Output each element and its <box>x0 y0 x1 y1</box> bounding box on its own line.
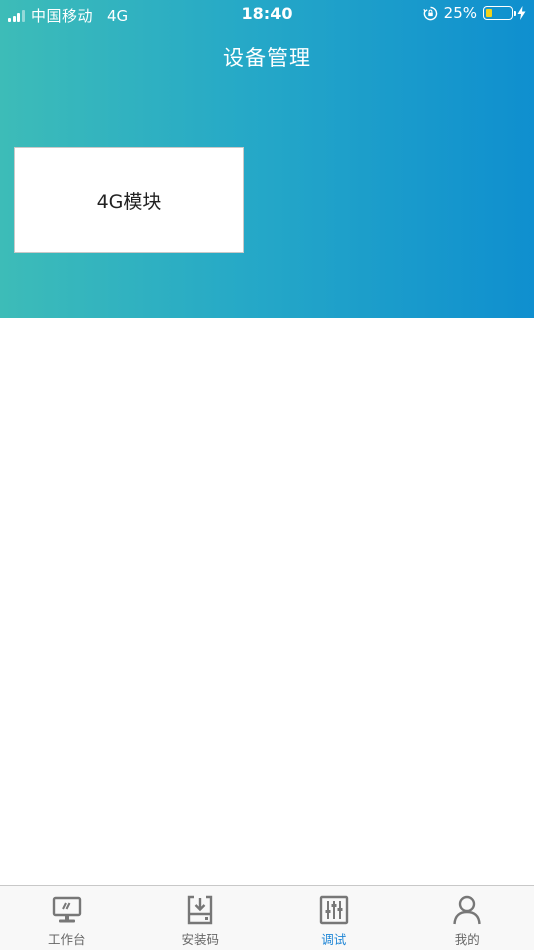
battery-percent: 25% <box>443 4 477 22</box>
carrier-name: 中国移动 <box>31 7 94 25</box>
battery-icon <box>483 6 516 20</box>
rotation-lock-icon <box>422 6 437 20</box>
tab-workbench[interactable]: 工作台 <box>0 886 134 950</box>
tab-label-debug: 调试 <box>321 932 347 947</box>
tab-label-mine: 我的 <box>454 932 480 947</box>
module-card-label: 4G模块 <box>96 190 162 213</box>
tab-mine[interactable]: 我的 <box>401 886 534 950</box>
screen: 中国移动 4G 18:40 25% 设备管理 4G模块 工作台 安装码 调试 我… <box>0 0 534 950</box>
network-type: 4G <box>107 6 129 25</box>
signal-icon <box>8 9 26 22</box>
tab-debug[interactable]: 调试 <box>267 886 401 950</box>
status-left: 中国移动 4G <box>8 5 128 26</box>
tab-label-workbench: 工作台 <box>47 932 86 947</box>
charging-bolt-icon <box>517 6 526 20</box>
sliders-icon <box>319 895 348 925</box>
tab-label-install-code: 安装码 <box>181 932 219 947</box>
header-background: 中国移动 4G 18:40 25% 设备管理 4G模块 <box>0 0 534 318</box>
status-bar: 中国移动 4G 18:40 25% <box>0 0 534 28</box>
battery-fill <box>485 8 492 17</box>
monitor-icon <box>52 896 81 923</box>
tab-install-code[interactable]: 安装码 <box>134 886 268 950</box>
download-box-icon <box>188 895 213 925</box>
tab-bar: 工作台 安装码 调试 我的 <box>0 885 534 950</box>
person-icon <box>453 895 481 925</box>
status-right: 25% <box>422 4 526 22</box>
page-title: 设备管理 <box>223 46 311 70</box>
module-card-4g[interactable]: 4G模块 <box>14 147 244 253</box>
